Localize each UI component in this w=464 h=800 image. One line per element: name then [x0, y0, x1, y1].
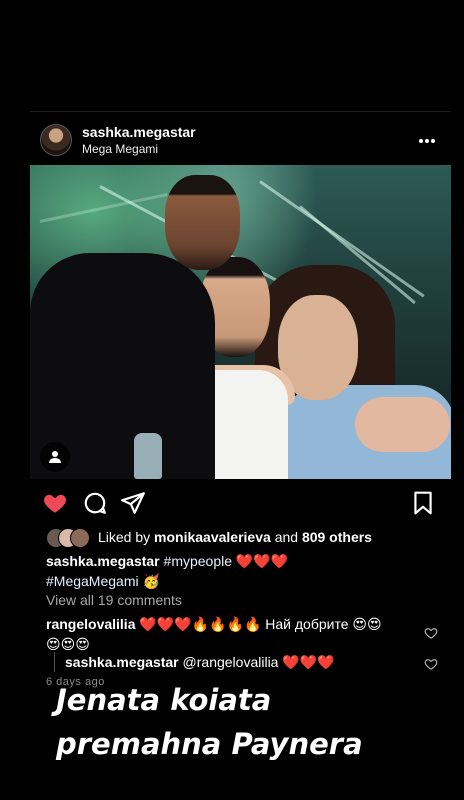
bookmark-icon[interactable]	[410, 490, 436, 516]
comment-text-cont: 😍😍😍	[46, 636, 90, 652]
likes-row[interactable]: Liked by monikaavalerieva and 809 others	[46, 526, 372, 548]
comment-text: ❤️❤️❤️🔥🔥🔥🔥 Най добрите 😍😍	[139, 616, 382, 632]
post-location[interactable]: Mega Megami	[82, 142, 158, 156]
caption-line-1: #mypeople ❤️❤️❤️	[163, 553, 289, 569]
post-header: sashka.megastar Mega Megami	[30, 112, 451, 164]
comment-reply: sashka.megastar @rangelovalilia ❤️❤️❤️	[54, 652, 335, 672]
overlay-line-2: premahna Paynera	[56, 727, 363, 761]
action-bar	[30, 479, 451, 527]
reply-username[interactable]: sashka.megastar	[65, 654, 179, 670]
comment-username[interactable]: rangelovalilia	[46, 616, 135, 632]
likes-count[interactable]: 809 others	[302, 529, 372, 545]
heart-filled-icon[interactable]	[42, 490, 68, 516]
overlay-line-1: Jenata koiata	[56, 683, 272, 717]
post-caption: sashka.megastar #mypeople ❤️❤️❤️ #MegaMe…	[46, 551, 336, 591]
post-photo[interactable]	[30, 165, 451, 479]
comment-icon[interactable]	[82, 490, 108, 516]
photo-person	[165, 175, 240, 270]
photo-person	[355, 397, 450, 452]
story-overlay-text: Jenata koiata premahna Paynera	[56, 678, 416, 766]
photo-bottle	[134, 433, 162, 479]
caption-username[interactable]: sashka.megastar	[46, 553, 160, 569]
instagram-post: sashka.megastar Mega Megami Liked by mon…	[30, 111, 451, 692]
more-horizontal-icon[interactable]	[419, 130, 437, 143]
light-beam	[39, 193, 168, 223]
likes-prefix: Liked by	[98, 529, 151, 545]
heart-outline-icon[interactable]	[424, 626, 438, 639]
send-icon[interactable]	[120, 490, 146, 516]
comment: rangelovalilia ❤️❤️❤️🔥🔥🔥🔥 Най добрите 😍😍…	[46, 614, 421, 654]
reply-text: @rangelovalilia ❤️❤️❤️	[182, 654, 335, 670]
avatar[interactable]	[40, 124, 72, 156]
heart-outline-icon[interactable]	[424, 657, 438, 670]
liker-avatars	[46, 528, 92, 548]
likes-and: and	[274, 529, 299, 545]
caption-line-2: #MegaMegami 🥳	[46, 573, 160, 589]
post-username[interactable]: sashka.megastar	[82, 124, 196, 140]
person-icon[interactable]	[40, 442, 70, 472]
likes-text: Liked by monikaavalerieva and 809 others	[98, 529, 372, 545]
view-all-comments-link[interactable]: View all 19 comments	[46, 592, 182, 608]
liker-username[interactable]: monikaavalerieva	[154, 529, 271, 545]
